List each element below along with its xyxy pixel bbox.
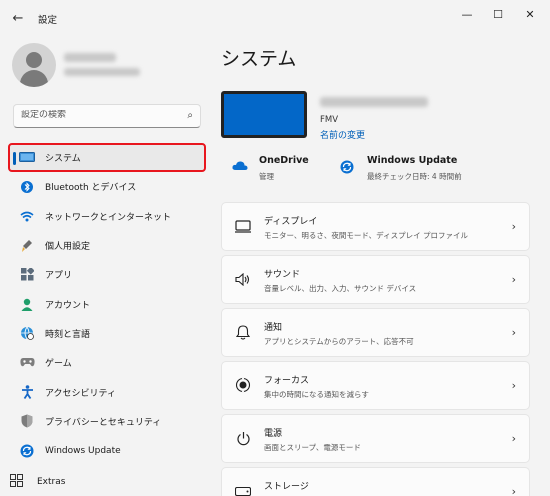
sidebar-item-label: Bluetooth とデバイス	[45, 183, 137, 194]
maximize-icon: ☐	[493, 7, 503, 21]
close-icon: ✕	[525, 7, 535, 21]
sidebar-item-accounts[interactable]: アカウント	[8, 289, 206, 318]
windows-update-label: Windows Update	[367, 155, 458, 166]
card-title: フォーカス	[264, 376, 310, 386]
card-focus[interactable]: フォーカス 集中の時間になる通知を減らす ›	[221, 361, 530, 410]
chevron-right-icon: ›	[511, 432, 516, 445]
sidebar-item-network[interactable]: ネットワークとインターネット	[8, 202, 206, 231]
power-icon	[234, 429, 252, 447]
search-box[interactable]: ⌕	[13, 104, 201, 128]
minimize-button[interactable]: —	[452, 4, 482, 24]
device-model: FMV	[320, 115, 339, 125]
sidebar-item-windows-update[interactable]: Windows Update	[8, 436, 206, 465]
card-subtitle: モニター、明るさ、夜間モード、ディスプレイ プロファイル	[264, 231, 468, 240]
card-sound[interactable]: サウンド 音量レベル、出力、入力、サウンド デバイス ›	[221, 255, 530, 304]
avatar[interactable]	[12, 43, 56, 87]
close-button[interactable]: ✕	[515, 4, 545, 24]
card-subtitle: 音量レベル、出力、入力、サウンド デバイス	[264, 284, 417, 293]
onedrive-label: OneDrive	[259, 155, 309, 166]
sidebar-item-label: ネットワークとインターネット	[45, 212, 172, 223]
sidebar-nav: システム Bluetooth とデバイス ネットワークとインターネット 個人用設…	[8, 143, 206, 465]
speaker-icon	[234, 270, 252, 288]
card-notifications[interactable]: 通知 アプリとシステムからのアラート、応答不可 ›	[221, 308, 530, 357]
sidebar-item-apps[interactable]: アプリ	[8, 260, 206, 289]
card-subtitle: 画面とスリープ、電源モード	[264, 443, 361, 452]
card-title: ディスプレイ	[264, 217, 318, 227]
sidebar-item-label: プライバシーとセキュリティ	[45, 417, 162, 428]
sidebar-item-accessibility[interactable]: アクセシビリティ	[8, 377, 206, 406]
bluetooth-icon	[18, 180, 36, 194]
card-title: ストレージ	[264, 482, 309, 492]
apps-icon	[18, 268, 36, 282]
maximize-button[interactable]: ☐	[483, 4, 513, 24]
redacted-user-name	[64, 53, 116, 62]
bell-icon	[234, 323, 252, 341]
card-display[interactable]: ディスプレイ モニター、明るさ、夜間モード、ディスプレイ プロファイル ›	[221, 202, 530, 251]
storage-icon	[234, 482, 252, 496]
shield-icon	[18, 414, 36, 428]
windows-update-icon	[18, 444, 36, 458]
display-icon	[234, 217, 252, 235]
wifi-icon	[18, 209, 36, 223]
rename-link[interactable]: 名前の変更	[320, 128, 365, 141]
monitor-icon	[18, 151, 36, 165]
card-title: 電源	[264, 429, 283, 439]
title-bar: ← 設定 — ☐ ✕	[0, 0, 550, 36]
chevron-right-icon: ›	[511, 379, 516, 392]
search-icon[interactable]: ⌕	[187, 110, 193, 121]
focus-icon	[234, 376, 252, 394]
redacted-device-name	[320, 97, 428, 107]
app-title: 設定	[38, 15, 58, 26]
card-storage[interactable]: ストレージ ›	[221, 467, 530, 496]
sidebar-item-bluetooth[interactable]: Bluetooth とデバイス	[8, 172, 206, 201]
extras-label: Extras	[37, 477, 66, 487]
card-power[interactable]: 電源 画面とスリープ、電源モード ›	[221, 414, 530, 463]
accessibility-icon	[18, 385, 36, 400]
sidebar-item-label: アカウント	[45, 300, 91, 311]
card-title: サウンド	[264, 270, 301, 280]
cloud-icon	[232, 160, 248, 174]
windows-update-icon	[340, 160, 354, 177]
brush-icon	[18, 239, 36, 253]
sidebar-item-label: アプリ	[45, 271, 73, 282]
sidebar-item-system[interactable]: システム	[8, 143, 206, 173]
chevron-right-icon: ›	[511, 220, 516, 233]
gamepad-icon	[18, 356, 36, 370]
sidebar-item-label: アクセシビリティ	[45, 388, 117, 399]
sidebar-item-label: Windows Update	[45, 445, 121, 456]
redacted-user-email	[64, 68, 140, 76]
search-input[interactable]	[21, 110, 171, 120]
sidebar-item-time-language[interactable]: 時刻と言語	[8, 319, 206, 348]
sidebar-item-label: 個人用設定	[45, 242, 91, 253]
onedrive-sub: 管理	[259, 172, 274, 181]
arrow-left-icon: ←	[12, 10, 24, 26]
sidebar-item-label: 時刻と言語	[45, 329, 91, 340]
extras-icon	[10, 474, 28, 490]
sidebar-item-privacy-security[interactable]: プライバシーとセキュリティ	[8, 407, 206, 436]
sidebar-item-personalization[interactable]: 個人用設定	[8, 231, 206, 260]
avatar-body	[20, 70, 48, 87]
back-button[interactable]: ←	[8, 8, 28, 28]
globe-clock-icon	[18, 326, 36, 341]
sidebar-item-label: システム	[45, 154, 81, 165]
device-image	[221, 91, 307, 138]
page-title: システム	[221, 48, 297, 70]
chevron-right-icon: ›	[511, 485, 516, 496]
account-icon	[18, 297, 36, 311]
minimize-icon: —	[461, 7, 473, 21]
avatar-head	[26, 52, 42, 68]
card-title: 通知	[264, 323, 283, 333]
windows-update-sub: 最終チェック日時: 4 時間前	[367, 172, 462, 181]
sidebar-item-extras[interactable]: Extras	[8, 472, 65, 492]
card-subtitle: 集中の時間になる通知を減らす	[264, 390, 369, 399]
sidebar-item-label: ゲーム	[45, 359, 72, 370]
card-subtitle: アプリとシステムからのアラート、応答不可	[264, 337, 414, 346]
chevron-right-icon: ›	[511, 326, 516, 339]
sidebar-item-gaming[interactable]: ゲーム	[8, 348, 206, 377]
chevron-right-icon: ›	[511, 273, 516, 286]
